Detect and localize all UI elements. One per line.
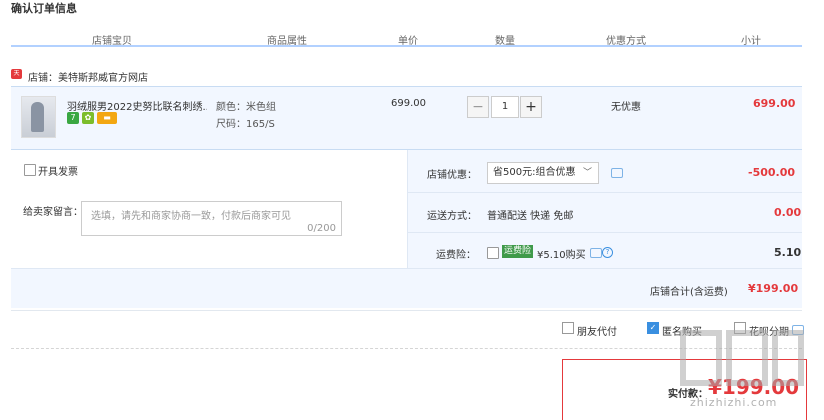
item-row [11, 86, 802, 150]
seven-day-return-icon[interactable]: 7 [67, 112, 79, 124]
shipping-amount: 0.00 [774, 206, 802, 219]
anonymous-checkbox[interactable]: ✓ [647, 322, 659, 334]
invoice-label: 开具发票 [38, 167, 78, 178]
seller-message-input[interactable]: 选填，请先和商家协商一致，付款后商家可见 0/200 [81, 201, 342, 236]
insurance-checkbox[interactable] [487, 247, 499, 259]
section-divider [11, 310, 802, 311]
total-divider [11, 268, 802, 269]
insurance-label: 运费险： [436, 250, 476, 261]
message-placeholder: 选填，请先和商家协商一致，付款后商家可见 [91, 211, 291, 222]
qty-minus-button[interactable]: − [467, 96, 489, 118]
insurance-badge: 运费险 [502, 245, 534, 258]
message-label: 给卖家留言： [23, 207, 83, 218]
product-image-figure [31, 102, 44, 132]
color-attribute: 颜色：米色组 [216, 102, 276, 113]
shipping-label: 运送方式： [427, 211, 477, 222]
row-divider [407, 192, 802, 193]
chevron-down-icon: ﹀ [582, 168, 592, 178]
row-divider [407, 232, 802, 233]
shop-discount-select[interactable]: 省500元:组合优惠 ﹀ [487, 162, 599, 184]
size-attribute: 尺码：165/S [216, 119, 275, 130]
message-counter: 0/200 [307, 223, 336, 234]
shop-total-label: 店铺合计(含运费) [650, 287, 728, 298]
shipping-method: 普通配送 快递 免邮 [487, 211, 574, 222]
product-name-link[interactable]: 羽绒服男2022史努比联名刺绣... [67, 98, 207, 113]
header-divider [11, 45, 802, 47]
item-discount: 无优惠 [611, 102, 641, 113]
watermark-text: zhizhizhi.com [690, 396, 778, 409]
friend-pay-checkbox[interactable] [562, 322, 574, 334]
flower-badge-icon[interactable]: ✿ [82, 112, 94, 124]
shop-total-amount: ¥199.00 [748, 282, 799, 295]
unit-price: 699.00 [391, 98, 426, 109]
qty-input[interactable]: 1 [491, 96, 519, 118]
watermark-logo [772, 330, 804, 386]
discount-chat-icon[interactable] [611, 168, 623, 178]
item-subtotal: 699.00 [753, 97, 796, 110]
shop-discount-amount: -500.00 [748, 166, 796, 179]
tmall-shop-icon: 天猫 [11, 69, 22, 87]
card-badge-icon[interactable]: ▬ [97, 112, 117, 124]
insurance-chat-icon[interactable] [590, 248, 602, 258]
watermark-logo [726, 330, 768, 386]
page-title: 确认订单信息 [11, 2, 77, 15]
qty-plus-button[interactable]: + [520, 96, 542, 118]
insurance-amount: 5.10 [774, 246, 802, 259]
shop-discount-label: 店铺优惠： [427, 170, 477, 181]
shop-discount-selected: 省500元:组合优惠 [493, 167, 576, 178]
friend-pay-label: 朋友代付 [577, 327, 617, 338]
insurance-price: ¥5.10购买 [537, 250, 586, 261]
shop-name-link[interactable]: 店铺：美特斯邦威官方网店 [28, 69, 148, 84]
help-icon[interactable]: ? [602, 247, 613, 258]
watermark-logo [680, 330, 722, 386]
invoice-checkbox[interactable] [24, 164, 36, 176]
